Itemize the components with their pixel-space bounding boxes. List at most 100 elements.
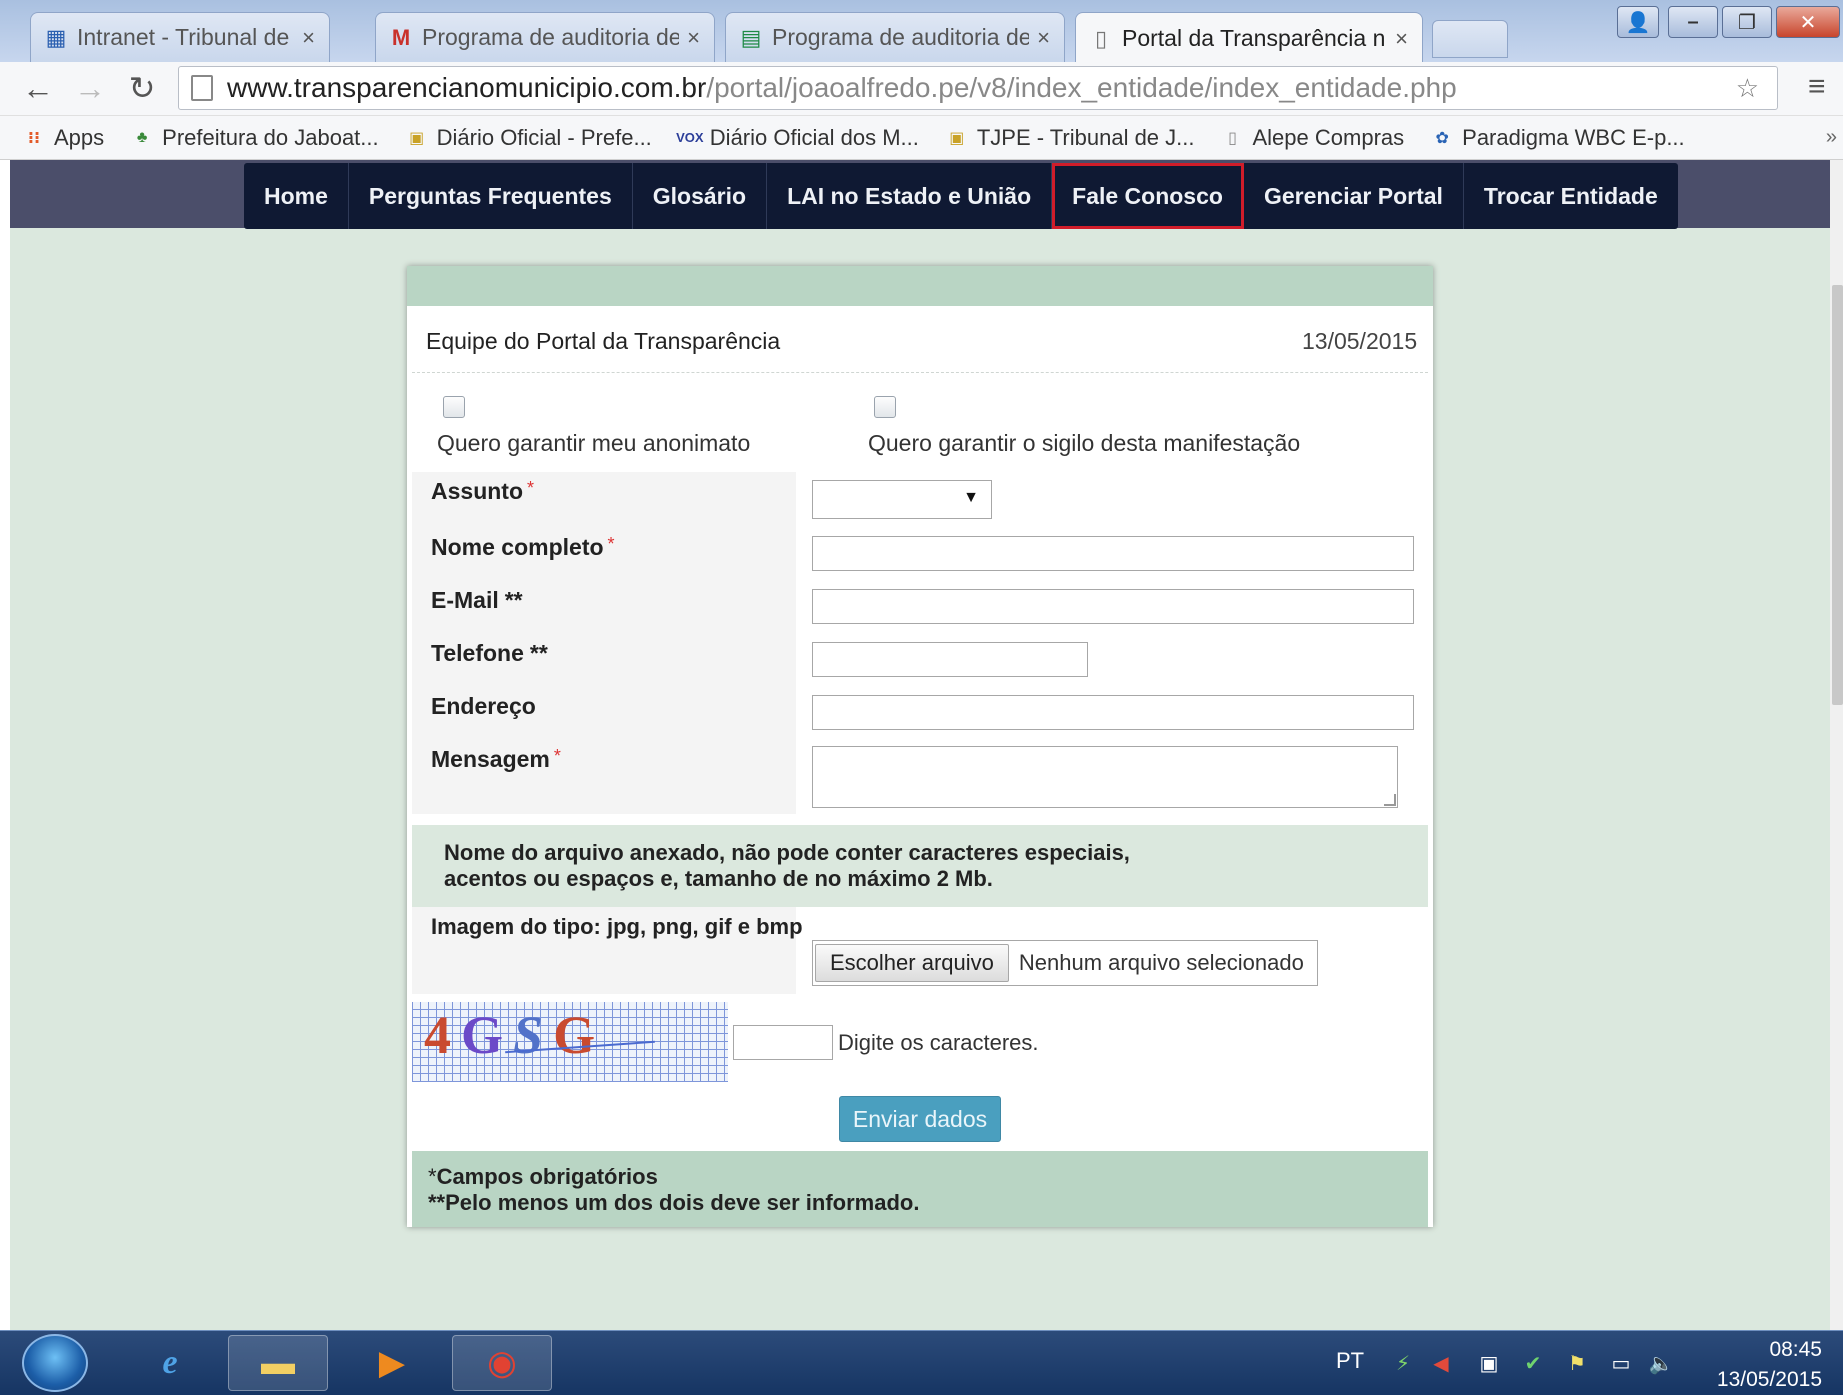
intranet-icon: ▦ [45,24,67,50]
required-mark: * [607,534,615,554]
page-icon: ▯ [1228,129,1237,147]
email-input[interactable] [812,589,1414,624]
security-tray-icon[interactable]: ✔ [1520,1350,1546,1376]
new-tab-button[interactable] [1432,20,1508,58]
resize-grip-icon[interactable] [1384,794,1396,806]
app-tray-icon[interactable]: ▣ [1476,1350,1502,1376]
footnote-either: **Pelo menos um dos dois deve ser inform… [428,1190,920,1215]
nav-contact[interactable]: Fale Conosco [1052,163,1244,229]
url-path: /portal/joaoalfredo.pe/v8/index_entidade… [706,72,1457,103]
language-indicator[interactable]: PT [1336,1348,1364,1374]
start-button[interactable] [22,1334,88,1392]
paradigma-icon: ✿ [1435,129,1449,147]
bookmark-alepe[interactable]: ▯ Alepe Compras [1221,124,1405,151]
file-input[interactable]: Escolher arquivo Nenhum arquivo selecion… [812,940,1318,986]
bookmark-label: Prefeitura do Jaboat... [162,124,379,150]
submit-button[interactable]: Enviar dados [839,1096,1001,1142]
nav-glossary[interactable]: Glosário [633,163,768,229]
address-bar[interactable]: www.transparencianomunicipio.com.br/port… [178,66,1778,110]
menu-icon[interactable]: ≡ [1808,70,1826,104]
card-header-band [407,266,1433,306]
double-mark: ** [529,640,548,666]
ie-icon[interactable]: e [120,1335,220,1391]
close-icon[interactable]: × [1395,26,1408,52]
assunto-label: Assunto * [431,478,535,504]
tab-title: Portal da Transparência n [1122,25,1386,51]
vox-icon: VOX [676,130,704,145]
bookmark-label: Diário Oficial dos M... [709,124,919,150]
back-icon[interactable]: ← [18,66,58,110]
double-mark: ** [504,587,523,613]
bookmarks-bar: ⁝⁝ Apps ♣ Prefeitura do Jaboat... ▣ Diário … [0,116,1843,160]
endereco-input[interactable] [812,695,1414,730]
prefeitura-icon: ♣ [136,128,148,146]
close-icon[interactable]: × [302,25,315,51]
nav-faq[interactable]: Perguntas Frequentes [349,163,633,229]
minimize-button[interactable]: – [1668,6,1718,38]
apps-icon: ⁝⁝ [27,129,41,147]
bookmark-prefeitura[interactable]: ♣ Prefeitura do Jaboat... [130,124,379,151]
media-player-icon[interactable]: ▶ [342,1335,442,1391]
secrecy-checkbox[interactable] [874,396,896,418]
bookmark-diario[interactable]: ▣ Diário Oficial - Prefe... [405,125,652,151]
required-mark: * [527,478,535,498]
explorer-icon[interactable]: ▬ [228,1335,328,1391]
bookmark-apps[interactable]: ⁝⁝ Apps [22,125,104,151]
nav-home[interactable]: Home [244,163,349,229]
main-nav: Home Perguntas Frequentes Glosário LAI n… [244,163,1678,229]
form-team-title: Equipe do Portal da Transparência [426,328,781,354]
mensagem-textarea[interactable] [812,746,1398,808]
captcha-input[interactable] [733,1025,833,1060]
nav-lai[interactable]: LAI no Estado e União [767,163,1053,229]
clock-time[interactable]: 08:45 [1742,1338,1822,1362]
reload-icon[interactable]: ↻ [122,66,162,110]
close-icon[interactable]: × [687,25,700,51]
bookmark-star-icon[interactable]: ☆ [1736,73,1759,104]
email-label: E-Mail ** [431,587,523,613]
volume-icon[interactable]: 🔈 [1648,1350,1674,1376]
choose-file-button[interactable]: Escolher arquivo [815,944,1009,982]
bookmark-vox[interactable]: VOX Diário Oficial dos M... [676,124,919,151]
bookmark-label: TJPE - Tribunal de J... [976,124,1195,150]
chrome-icon[interactable]: ◉ [452,1335,552,1391]
page-icon [191,75,213,101]
bookmark-label: Alepe Compras [1252,124,1405,150]
nav-manage-portal[interactable]: Gerenciar Portal [1244,163,1464,229]
anonymity-label: Quero garantir meu anonimato [437,430,751,456]
file-status: Nenhum arquivo selecionado [1018,950,1304,975]
bookmark-tjpe[interactable]: ▣ TJPE - Tribunal de J... [945,124,1195,151]
action-center-icon[interactable]: ⚑ [1564,1350,1590,1376]
assunto-select[interactable]: ▼ [812,480,992,519]
tab-sheets[interactable]: ▤ Programa de auditoria de × [725,12,1065,62]
gmail-icon: M [391,24,411,50]
network-tray-icon[interactable]: ⚡ [1390,1350,1416,1376]
anonymity-checkbox[interactable] [443,396,465,418]
scrollbar-thumb[interactable] [1832,285,1843,705]
maximize-button[interactable]: ❐ [1722,6,1772,38]
alert-tray-icon[interactable]: ◀ [1428,1350,1454,1376]
tab-title: Programa de auditoria de [422,24,680,50]
profile-icon[interactable]: 👤 [1617,6,1659,38]
mensagem-label: Mensagem * [431,746,561,772]
secrecy-label: Quero garantir o sigilo desta manifestaç… [868,430,1301,456]
clock-date[interactable]: 13/05/2015 [1708,1368,1822,1392]
tab-portal[interactable]: ▯ Portal da Transparência n × [1075,12,1423,64]
nome-input[interactable] [812,536,1414,571]
tjpe-icon: ▣ [949,129,965,147]
telefone-input[interactable] [812,642,1088,677]
dropdown-arrow-icon: ▼ [963,489,979,506]
tab-intranet[interactable]: ▦ Intranet - Tribunal de Con × [30,12,330,62]
more-bookmarks-icon[interactable]: » [1826,126,1837,149]
forward-icon[interactable]: → [70,66,110,110]
bookmark-label: Paradigma WBC E-p... [1462,124,1685,150]
display-tray-icon[interactable]: ▭ [1608,1350,1634,1376]
tab-title: Intranet - Tribunal de Con [77,24,294,50]
nome-label: Nome completo * [431,534,615,560]
tab-gmail[interactable]: M Programa de auditoria de × [375,12,715,62]
window-close-button[interactable]: ✕ [1776,6,1840,38]
form-date: 13/05/2015 [1302,328,1418,354]
bookmark-paradigma[interactable]: ✿ Paradigma WBC E-p... [1430,124,1685,151]
nav-switch-entity[interactable]: Trocar Entidade [1464,163,1678,229]
close-icon[interactable]: × [1037,25,1050,51]
bookmark-label: Diário Oficial - Prefe... [436,124,652,150]
